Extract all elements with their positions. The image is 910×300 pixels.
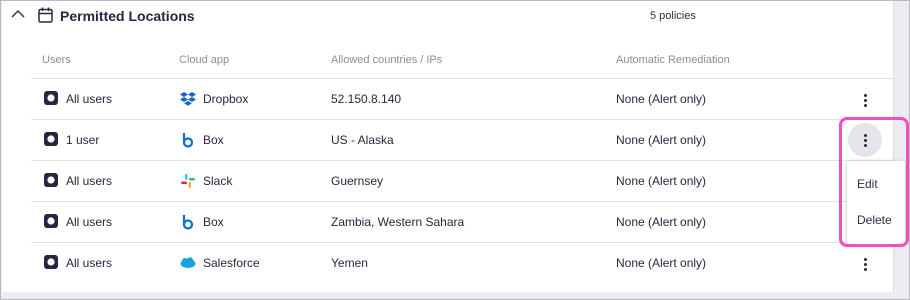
user-group-icon: [44, 214, 58, 228]
user-group-icon: [44, 255, 58, 269]
delete-menu-item[interactable]: Delete: [857, 213, 892, 227]
table-row[interactable]: 1 user Box US - Alaska None (Alert only): [31, 120, 895, 161]
remediation-cell: None (Alert only): [616, 133, 707, 147]
policy-count: 5 policies: [650, 10, 696, 22]
table-header: Users Cloud app Allowed countries / IPs …: [31, 41, 895, 79]
users-cell: All users: [66, 92, 113, 106]
cloud-app-cell: Slack: [203, 174, 233, 188]
edit-menu-item[interactable]: Edit: [857, 177, 878, 191]
column-header-cloud-app: Cloud app: [179, 54, 230, 66]
locations-cell: 52.150.8.140: [331, 92, 402, 106]
table-row[interactable]: All users Slack Guernsey None (Alert onl…: [31, 161, 895, 202]
user-group-icon: [44, 132, 58, 146]
remediation-cell: None (Alert only): [616, 92, 707, 106]
locations-cell: Guernsey: [331, 174, 384, 188]
window-frame: Permitted Locations 5 policies Users Clo…: [0, 0, 910, 300]
row-actions-menu: Edit Delete: [847, 161, 905, 244]
user-group-icon: [44, 91, 58, 105]
more-vertical-icon: [863, 132, 867, 149]
row-actions-button[interactable]: [853, 88, 877, 112]
dropbox-icon: [180, 92, 196, 106]
box-icon: [182, 215, 194, 230]
remediation-cell: None (Alert only): [616, 174, 707, 188]
table-row[interactable]: All users Box Zambia, Western Sahara Non…: [31, 202, 895, 243]
column-header-remediation: Automatic Remediation: [616, 54, 730, 66]
cloud-app-cell: Salesforce: [203, 256, 260, 270]
locations-cell: US - Alaska: [331, 133, 394, 147]
section-title: Permitted Locations: [60, 8, 195, 24]
calendar-icon: [38, 7, 53, 23]
remediation-cell: None (Alert only): [616, 215, 707, 229]
chevron-up-icon[interactable]: [11, 9, 25, 19]
remediation-cell: None (Alert only): [616, 256, 707, 270]
row-actions-button[interactable]: [848, 123, 882, 157]
policies-table: Users Cloud app Allowed countries / IPs …: [31, 41, 895, 284]
cloud-app-cell: Box: [203, 133, 224, 147]
users-cell: All users: [66, 215, 113, 229]
cloud-app-cell: Dropbox: [203, 92, 249, 106]
user-group-icon: [44, 173, 58, 187]
section-header[interactable]: Permitted Locations 5 policies: [2, 1, 893, 33]
table-row[interactable]: All users Salesforce Yemen None (Alert o…: [31, 243, 895, 284]
more-vertical-icon: [863, 256, 867, 273]
users-cell: All users: [66, 256, 113, 270]
permitted-locations-panel: Permitted Locations 5 policies Users Clo…: [2, 1, 895, 292]
locations-cell: Yemen: [331, 256, 368, 270]
locations-cell: Zambia, Western Sahara: [331, 215, 465, 229]
column-header-allowed-locations: Allowed countries / IPs: [331, 54, 443, 66]
table-row[interactable]: All users Dropbox 52.150.8.140 None (Ale…: [31, 79, 895, 120]
row-actions-button[interactable]: [853, 252, 877, 276]
users-cell: 1 user: [66, 133, 100, 147]
box-icon: [182, 133, 194, 148]
column-header-users: Users: [42, 54, 71, 66]
users-cell: All users: [66, 174, 113, 188]
slack-icon: [181, 174, 195, 188]
cloud-app-cell: Box: [203, 215, 224, 229]
more-vertical-icon: [863, 92, 867, 109]
salesforce-icon: [180, 257, 196, 268]
